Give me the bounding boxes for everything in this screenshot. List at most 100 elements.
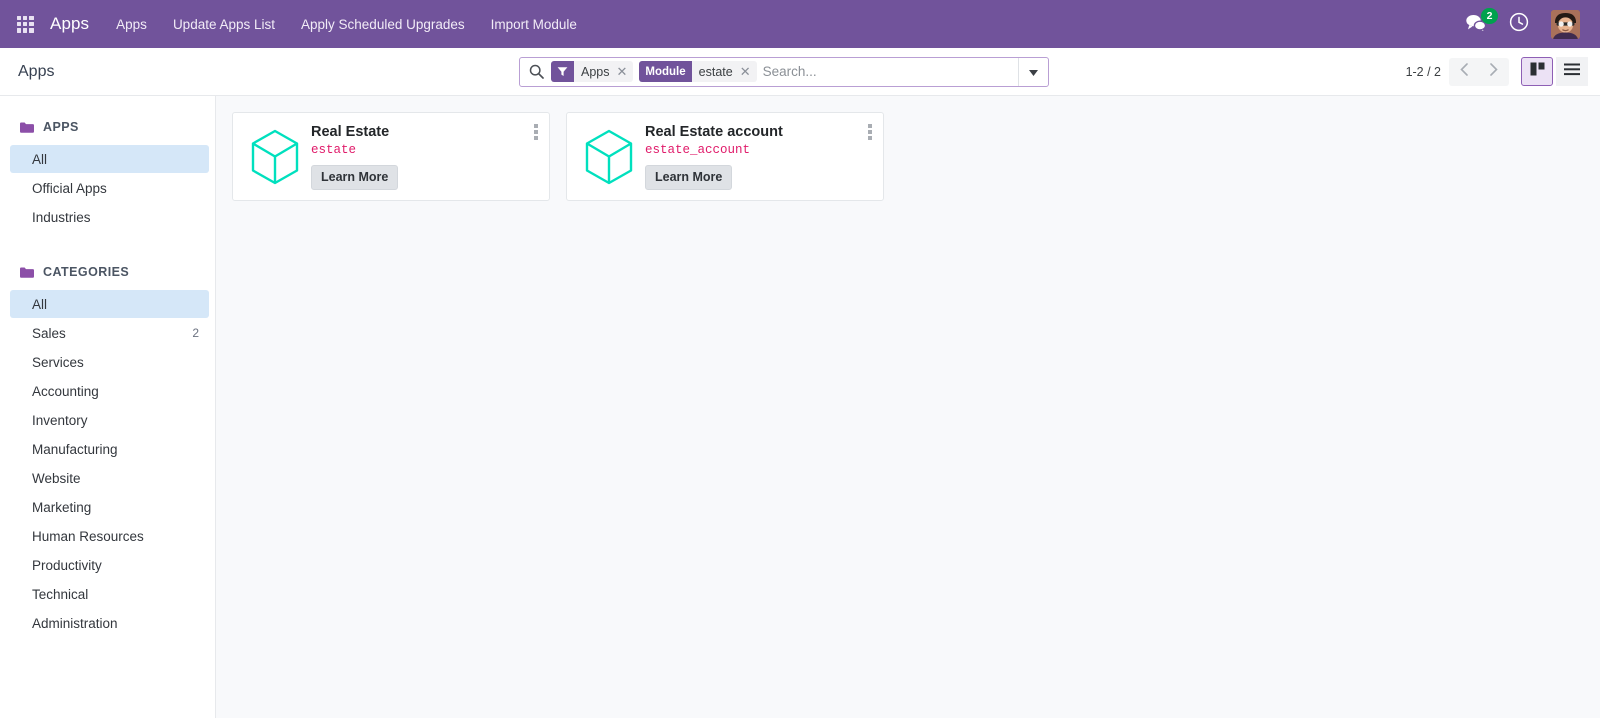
nav-menu-apply-scheduled-upgrades[interactable]: Apply Scheduled Upgrades [288,0,478,48]
navbar-brand[interactable]: Apps [44,14,103,34]
messages-icon: 2 [1465,8,1498,35]
sidebar-item-human-resources[interactable]: Human Resources [10,522,209,550]
messages-count-badge: 2 [1481,8,1498,24]
sidebar-item-website[interactable]: Website [10,464,209,492]
sidebar-item-accounting[interactable]: Accounting [10,377,209,405]
sidebar: APPS All Official Apps Industries CATEGO… [0,96,216,718]
app-technical-name: estate [311,143,357,158]
sidebar-item-label: Manufacturing [32,441,118,457]
activity-clock-button[interactable] [1500,0,1538,48]
search-dropdown-toggle[interactable] [1018,57,1048,86]
clock-icon [1509,12,1529,37]
list-view-icon [1564,63,1580,81]
sidebar-item-label: Administration [32,615,118,631]
sidebar-item-services[interactable]: Services [10,348,209,376]
sidebar-item-industries[interactable]: Industries [10,203,209,231]
vertical-ellipsis-icon[interactable] [866,122,874,142]
chevron-right-icon [1490,62,1498,81]
search-facet-module-estate[interactable]: Module estate ✕ [639,61,757,82]
vertical-ellipsis-icon[interactable] [532,122,540,142]
apps-grid-icon[interactable] [10,9,40,39]
app-card-body: Real Estate estate Learn More [303,123,399,190]
sidebar-section-title: CATEGORIES [43,265,130,279]
sidebar-item-label: Inventory [32,412,88,428]
pager-next-button[interactable] [1479,57,1509,86]
sidebar-item-technical[interactable]: Technical [10,580,209,608]
sidebar-item-count: 2 [192,326,199,340]
sidebar-item-productivity[interactable]: Productivity [10,551,209,579]
facet-label-text: Module [639,61,692,82]
search-facet-filter-apps[interactable]: Apps ✕ [551,61,634,82]
sidebar-item-label: Accounting [32,383,99,399]
cube-module-icon [581,129,637,185]
sidebar-item-label: Human Resources [32,528,144,544]
sidebar-item-official-apps[interactable]: Official Apps [10,174,209,202]
search-view[interactable]: Apps ✕ Module estate ✕ [519,56,1049,87]
sidebar-item-sales[interactable]: Sales 2 [10,319,209,347]
learn-more-button[interactable]: Learn More [645,164,733,190]
content-area: APPS All Official Apps Industries CATEGO… [0,96,1600,718]
user-menu-button[interactable] [1542,0,1586,48]
app-title: Real Estate account [645,124,783,141]
search-input[interactable] [762,58,1018,85]
navbar-systray: 2 [1456,0,1588,48]
avatar [1551,9,1580,39]
sidebar-section-header: APPS [0,114,215,144]
sidebar-item-all-categories[interactable]: All [10,290,209,318]
sidebar-item-inventory[interactable]: Inventory [10,406,209,434]
nav-menu-update-apps-list[interactable]: Update Apps List [160,0,288,48]
sidebar-section-apps: APPS All Official Apps Industries [0,114,215,231]
sidebar-item-label: Technical [32,586,89,602]
sidebar-item-administration[interactable]: Administration [10,609,209,637]
close-icon[interactable]: ✕ [738,65,753,78]
kanban-view-icon [1530,62,1545,81]
facet-text: Apps [581,64,610,79]
app-title: Real Estate [311,124,390,141]
filter-funnel-icon [551,61,574,82]
sidebar-section-header: CATEGORIES [0,259,215,289]
top-navbar: Apps Apps Update Apps List Apply Schedul… [0,0,1600,48]
pager-range[interactable]: 1-2 / 2 [1406,65,1441,79]
sidebar-item-label: All [32,296,48,312]
app-technical-name: estate_account [645,143,751,158]
kanban-view: Real Estate estate Learn More Real Estat… [216,96,1600,718]
folder-icon [20,267,34,278]
sidebar-section-categories: CATEGORIES All Sales 2 Services Accounti… [0,259,215,637]
search-facet-value: estate ✕ [691,61,757,82]
close-icon[interactable]: ✕ [615,65,630,78]
learn-more-button[interactable]: Learn More [311,164,399,190]
sidebar-item-all-apps[interactable]: All [10,145,209,173]
sidebar-item-label: All [32,151,48,167]
control-panel: Apps Apps ✕ Module estate ✕ Search... 1-… [0,48,1600,96]
view-switcher-kanban[interactable] [1521,57,1553,86]
app-card[interactable]: Real Estate estate Learn More [232,112,550,201]
sidebar-item-label: Services [32,354,84,370]
app-card[interactable]: Real Estate account estate_account Learn… [566,112,884,201]
search-facet-value: Apps ✕ [574,61,634,82]
folder-icon [20,122,34,133]
caret-down-icon [1029,63,1038,81]
control-panel-right: 1-2 / 2 [1406,57,1588,86]
cube-module-icon [247,129,303,185]
pager-previous-button[interactable] [1449,57,1479,86]
facet-text: estate [698,64,733,79]
sidebar-item-label: Official Apps [32,180,107,196]
apps-grid-glyph [16,15,34,33]
sidebar-item-label: Sales [32,325,66,341]
search-icon [520,64,551,79]
sidebar-divider-space [0,239,215,259]
sidebar-item-label: Productivity [32,557,102,573]
breadcrumb: Apps [18,62,55,80]
chevron-left-icon [1460,62,1468,81]
sidebar-item-label: Website [32,470,81,486]
app-card-body: Real Estate account estate_account Learn… [637,123,783,190]
sidebar-item-manufacturing[interactable]: Manufacturing [10,435,209,463]
sidebar-item-label: Industries [32,209,91,225]
messages-button[interactable]: 2 [1456,0,1498,48]
sidebar-item-marketing[interactable]: Marketing [10,493,209,521]
sidebar-item-label: Marketing [32,499,92,515]
nav-menu-apps[interactable]: Apps [103,0,160,48]
sidebar-section-title: APPS [43,120,79,134]
nav-menu-import-module[interactable]: Import Module [478,0,590,48]
view-switcher-list[interactable] [1556,57,1588,86]
